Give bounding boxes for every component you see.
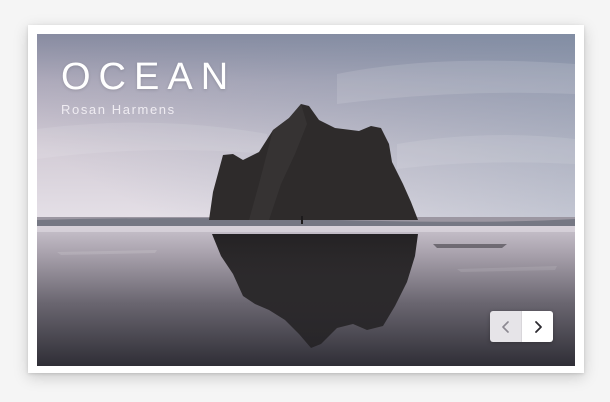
chevron-left-icon: [501, 320, 509, 333]
next-button[interactable]: [521, 311, 553, 342]
slider-navigation: [490, 311, 553, 342]
chevron-right-icon: [534, 320, 542, 333]
slide-author: Rosan Harmens: [61, 102, 176, 117]
slide-caption: OCEAN Rosan Harmens: [61, 58, 236, 117]
slide-title: OCEAN: [61, 56, 237, 98]
slider-card: OCEAN Rosan Harmens: [28, 25, 584, 373]
previous-button[interactable]: [490, 311, 521, 342]
